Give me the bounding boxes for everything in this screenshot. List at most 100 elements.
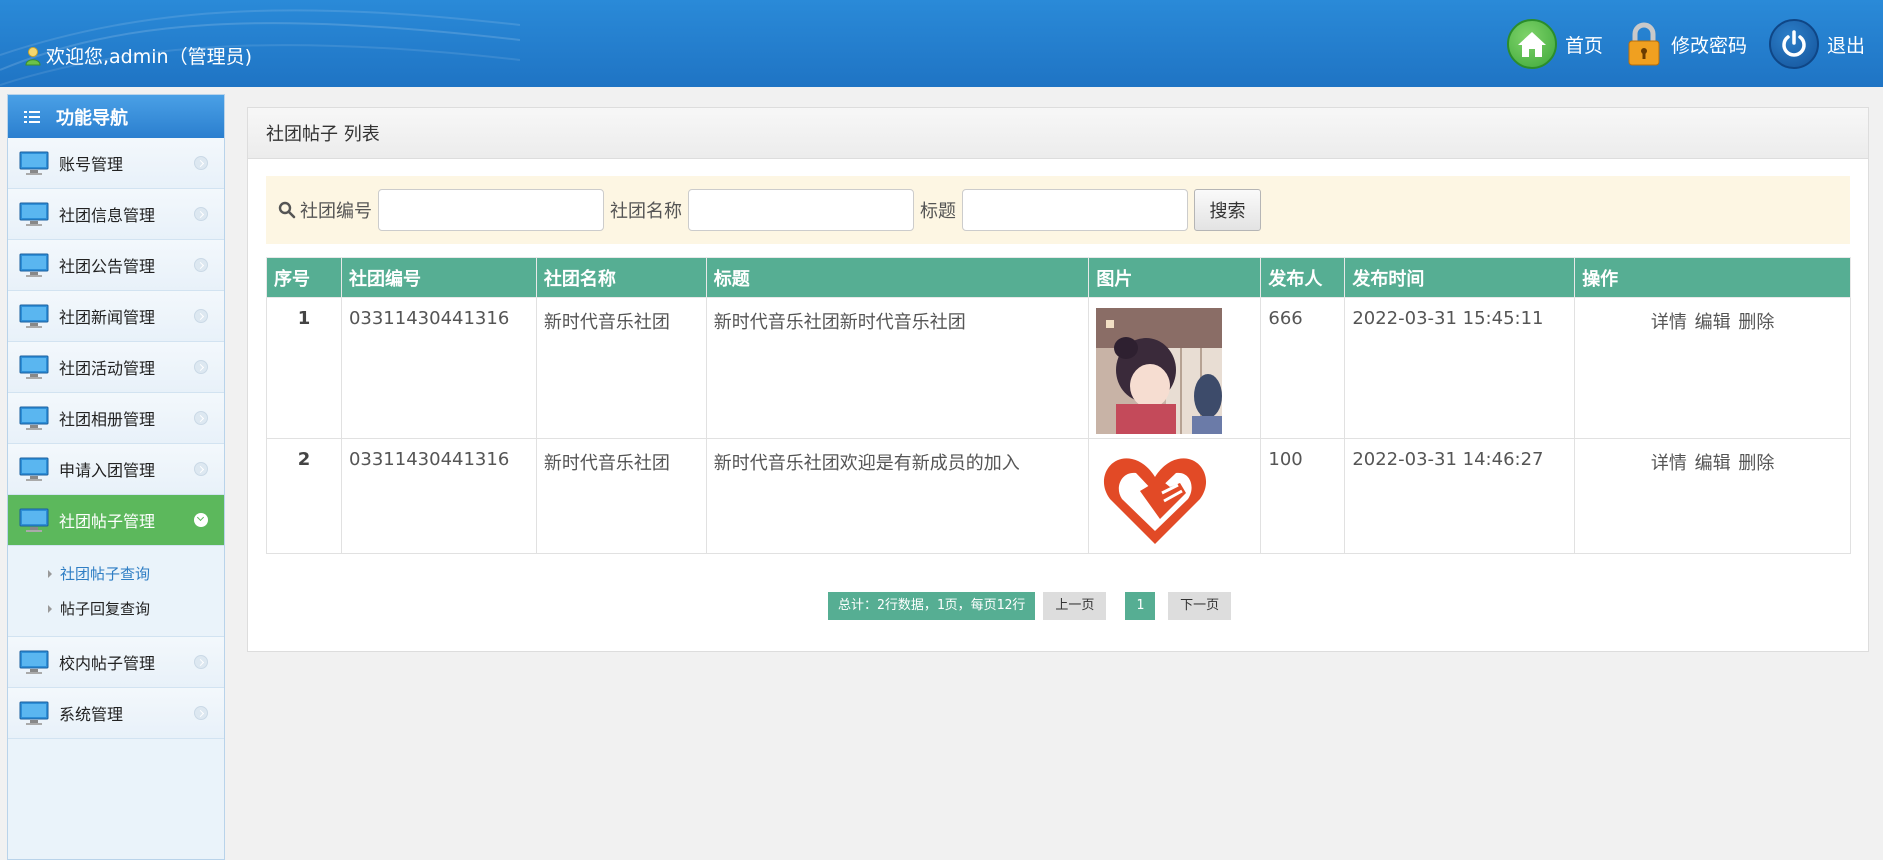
sidebar-item-label: 社团活动管理 [59,359,156,378]
post-thumbnail-anime[interactable] [1096,308,1223,434]
sidebar-item-label: 申请入团管理 [59,461,156,480]
col-header-image: 图片 [1088,257,1262,298]
search-button[interactable]: 搜索 [1194,189,1261,231]
power-icon [1768,19,1819,69]
col-header-publisher: 发布人 [1260,257,1346,298]
col-header-title: 标题 [705,257,1090,298]
submenu-item-reply-query[interactable]: 帖子回复查询 [48,591,224,626]
cell-publisher: 666 [1260,297,1346,439]
search-bar: 社团编号 社团名称 标题 搜索 [266,176,1850,244]
club-code-input[interactable] [378,189,604,231]
top-header: 欢迎您,admin（管理员) 首页 修改密码 退出 [0,0,1883,87]
posts-table: 序号 社团编号 社团名称 标题 图片 发布人 发布时间 操作 1 0331143… [266,257,1851,554]
delete-link[interactable]: 删除 [1738,453,1774,474]
next-page-button[interactable]: 下一页 [1168,592,1232,620]
sidebar-item-club-activity[interactable]: 社团活动管理 [8,342,224,393]
sidebar-title: 功能导航 [56,107,128,129]
sidebar-item-club-info[interactable]: 社团信息管理 [8,189,224,240]
detail-link[interactable]: 详情 [1651,453,1687,474]
sidebar-item-label: 社团相册管理 [59,410,156,429]
club-code-label: 社团编号 [300,201,372,222]
top-nav: 首页 修改密码 退出 [1485,19,1865,69]
cell-image [1088,297,1262,439]
title-label: 标题 [920,201,956,222]
change-password-link[interactable]: 修改密码 [1625,19,1747,69]
cell-title: 新时代音乐社团欢迎是有新成员的加入 [705,438,1090,554]
monitor-icon [19,508,49,532]
change-password-label: 修改密码 [1670,34,1747,57]
cell-publisher: 100 [1260,438,1346,554]
chevron-right-icon [194,309,208,323]
cell-image [1088,438,1262,554]
cell-actions: 详情 编辑 删除 [1574,297,1851,439]
home-link[interactable]: 首页 [1506,19,1603,69]
monitor-icon [19,304,49,328]
sidebar-item-label: 账号管理 [59,155,124,174]
chevron-right-icon [194,258,208,272]
sidebar-item-label: 社团公告管理 [59,257,156,276]
edit-link[interactable]: 编辑 [1695,312,1731,333]
cell-index: 1 [266,297,342,439]
delete-link[interactable]: 删除 [1738,312,1774,333]
post-thumbnail-heart-hand[interactable] [1100,449,1210,549]
sidebar-item-account[interactable]: 账号管理 [8,138,224,189]
sidebar-item-join-request[interactable]: 申请入团管理 [8,444,224,495]
monitor-icon [19,202,49,226]
list-icon [24,110,40,123]
col-header-club-code: 社团编号 [340,257,537,298]
col-header-time: 发布时间 [1344,257,1576,298]
table-header-row: 序号 社团编号 社团名称 标题 图片 发布人 发布时间 操作 [266,257,1851,298]
title-input[interactable] [962,189,1188,231]
cell-club-code: 03311430441316 [340,297,537,439]
submenu: 社团帖子查询 帖子回复查询 [8,546,224,637]
chevron-right-icon [194,706,208,720]
sidebar-item-club-album[interactable]: 社团相册管理 [8,393,224,444]
sidebar-item-label: 校内帖子管理 [59,654,156,673]
cell-actions: 详情 编辑 删除 [1574,438,1851,554]
submenu-item-club-post-query[interactable]: 社团帖子查询 [48,556,224,591]
chevron-right-icon [194,207,208,221]
cell-index: 2 [266,438,342,554]
cell-time: 2022-03-31 15:45:11 [1344,297,1576,439]
detail-link[interactable]: 详情 [1651,312,1687,333]
sidebar-item-label: 社团帖子管理 [59,512,156,531]
edit-link[interactable]: 编辑 [1695,453,1731,474]
cell-club-name: 新时代音乐社团 [535,438,707,554]
cell-club-name: 新时代音乐社团 [535,297,707,439]
cell-title: 新时代音乐社团新时代音乐社团 [705,297,1090,439]
sidebar-header: 功能导航 [8,95,224,138]
chevron-right-icon [194,655,208,669]
sidebar-item-system[interactable]: 系统管理 [8,688,224,739]
table-row: 2 03311430441316 新时代音乐社团 新时代音乐社团欢迎是有新成员的… [266,438,1851,554]
home-label: 首页 [1564,34,1603,57]
sidebar-item-club-news[interactable]: 社团新闻管理 [8,291,224,342]
club-name-input[interactable] [688,189,914,231]
monitor-icon [19,650,49,674]
sidebar-item-campus-posts[interactable]: 校内帖子管理 [8,637,224,688]
page-title: 社团帖子 列表 [248,108,1868,159]
chevron-right-icon [194,411,208,425]
pagination-summary: 总计：2行数据，1页，每页12行 [828,592,1036,620]
monitor-icon [19,355,49,379]
welcome-text: 欢迎您,admin（管理员) [24,42,252,69]
logout-link[interactable]: 退出 [1768,19,1865,69]
search-icon [278,201,296,219]
table-row: 1 03311430441316 新时代音乐社团 新时代音乐社团新时代音乐社团 [266,297,1851,439]
home-icon [1506,19,1557,69]
sidebar-item-club-notice[interactable]: 社团公告管理 [8,240,224,291]
sidebar-item-club-posts[interactable]: 社团帖子管理 [8,495,224,546]
user-icon [25,46,41,65]
cell-club-code: 03311430441316 [340,438,537,554]
monitor-icon [19,406,49,430]
monitor-icon [19,253,49,277]
chevron-down-icon [194,513,208,527]
col-header-actions: 操作 [1574,257,1851,298]
pagination: 总计：2行数据，1页，每页12行 上一页 1 下一页 [828,592,1232,620]
chevron-right-icon [194,462,208,476]
monitor-icon [19,701,49,725]
page-number-1[interactable]: 1 [1125,592,1156,620]
prev-page-button[interactable]: 上一页 [1043,592,1107,620]
sidebar: 功能导航 账号管理 社团信息管理 社团公告管理 社团新闻管理 社团活动管理 社团… [7,94,225,860]
cell-time: 2022-03-31 14:46:27 [1344,438,1576,554]
monitor-icon [19,457,49,481]
